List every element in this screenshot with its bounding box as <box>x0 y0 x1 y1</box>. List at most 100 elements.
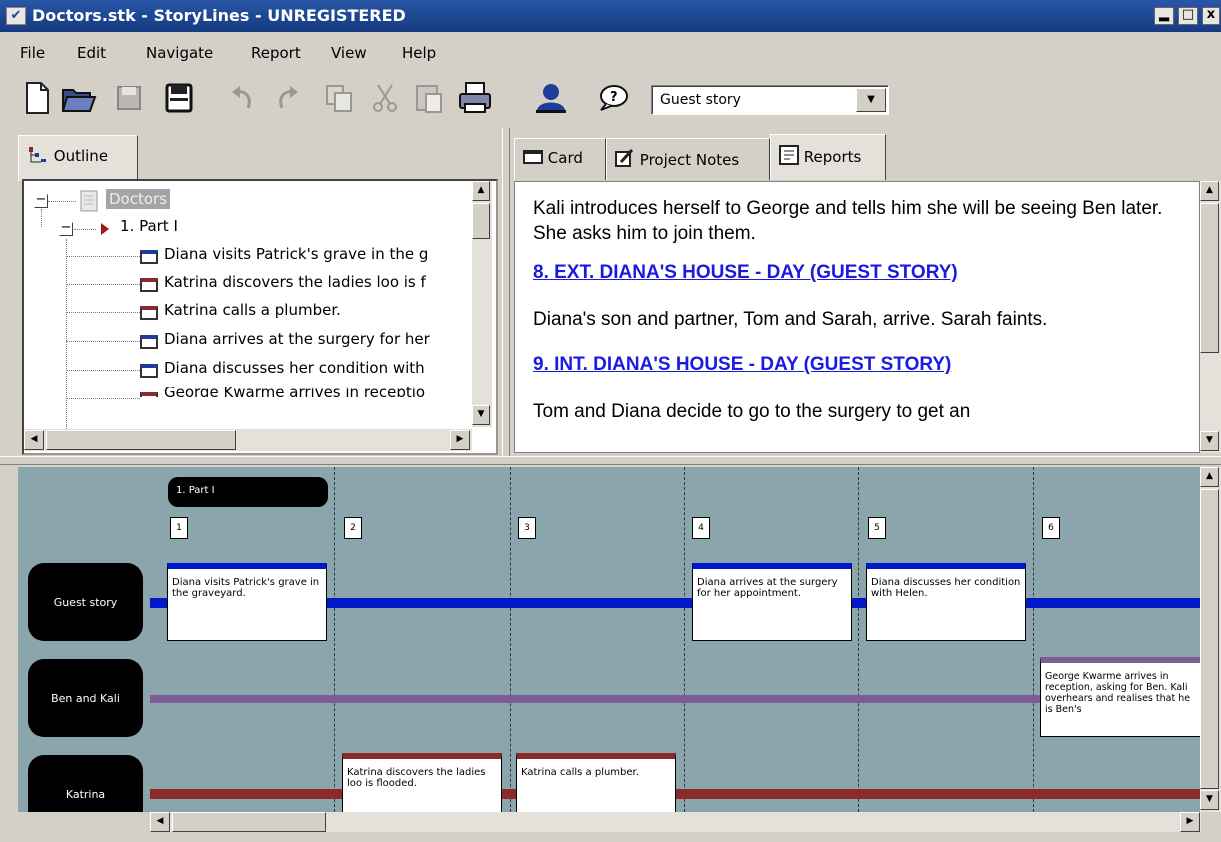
paste-icon[interactable] <box>410 80 448 116</box>
scroll-left-button[interactable]: ◀ <box>150 812 170 832</box>
card-icon <box>140 364 158 378</box>
menu-edit[interactable]: Edit <box>77 44 106 62</box>
report-paragraph: Diana's son and partner, Tom and Sarah, … <box>533 309 1048 330</box>
document-icon <box>80 190 98 212</box>
scene-number: 5 <box>868 517 886 539</box>
tab-project-notes-label: Project Notes <box>639 151 740 169</box>
scene-heading-link[interactable]: 9. INT. DIANA'S HOUSE - DAY (GUEST STORY… <box>533 352 1181 377</box>
scroll-down-button[interactable]: ▼ <box>1200 790 1219 810</box>
tab-card-label: Card <box>547 149 583 167</box>
undo-icon[interactable] <box>224 80 262 116</box>
tree-item-label: Diana arrives at the surgery for her <box>164 330 430 348</box>
outline-vscrollbar[interactable]: ▲ ▼ <box>472 181 492 427</box>
save-as-icon[interactable] <box>160 80 198 116</box>
menu-view[interactable]: View <box>331 44 367 62</box>
scroll-thumb[interactable] <box>1200 489 1219 789</box>
open-icon[interactable] <box>60 80 98 116</box>
title-bar: ✔ Doctors.stk - StoryLines - UNREGISTERE… <box>0 0 1221 32</box>
outline-icon <box>29 147 46 163</box>
cut-icon[interactable] <box>366 80 404 116</box>
track-label-guest-story[interactable]: Guest story <box>28 563 143 641</box>
tab-reports[interactable]: Reports <box>770 134 886 180</box>
scene-number: 6 <box>1042 517 1060 539</box>
tree-item[interactable]: Diana visits Patrick's grave in the g <box>24 245 496 271</box>
tree-item[interactable]: Katrina calls a plumber. <box>24 301 496 327</box>
scroll-thumb[interactable] <box>172 812 326 832</box>
system-menu-button[interactable]: ✔ <box>6 7 26 25</box>
scene-number: 3 <box>518 517 536 539</box>
corner-filler <box>0 812 150 842</box>
part-arrow-icon <box>101 223 109 235</box>
characters-icon[interactable] <box>532 80 570 116</box>
scene-card[interactable]: Diana discusses her condition with Helen… <box>866 563 1026 641</box>
scroll-down-button[interactable]: ▼ <box>1200 431 1219 451</box>
copy-icon[interactable] <box>320 80 358 116</box>
scene-number: 1 <box>170 517 188 539</box>
toolbar: ? Guest story ▼ <box>0 74 1221 124</box>
vertical-splitter[interactable] <box>502 128 510 458</box>
scroll-right-button[interactable]: ▶ <box>450 430 470 450</box>
storyline-hscrollbar[interactable]: ◀ ▶ <box>150 812 1201 832</box>
scene-card[interactable]: Katrina calls a plumber. <box>516 753 676 812</box>
tree-item[interactable]: Diana discusses her condition with <box>24 359 496 385</box>
tree-item-label: Katrina calls a plumber. <box>164 301 341 319</box>
tree-item[interactable]: George Kwarme arrives in receptio <box>24 387 496 397</box>
print-icon[interactable] <box>456 80 494 116</box>
scroll-up-button[interactable]: ▲ <box>1200 467 1219 487</box>
card-icon <box>523 150 543 164</box>
scene-card[interactable]: Diana arrives at the surgery for her app… <box>692 563 852 641</box>
scene-heading-link[interactable]: 8. EXT. DIANA'S HOUSE - DAY (GUEST STORY… <box>533 260 1181 285</box>
report-paragraph: Tom and Diana decide to go to the surger… <box>533 401 971 422</box>
menu-navigate[interactable]: Navigate <box>146 44 213 62</box>
track-label-ben-and-kali[interactable]: Ben and Kali <box>28 659 143 737</box>
tree-item[interactable]: Diana arrives at the surgery for her <box>24 330 496 356</box>
storyline-select[interactable]: Guest story ▼ <box>651 85 889 115</box>
menu-report[interactable]: Report <box>251 44 301 62</box>
scene-card[interactable]: Katrina discovers the ladies loo is floo… <box>342 753 502 812</box>
window-title: Doctors.stk - StoryLines - UNREGISTERED <box>32 6 406 25</box>
scroll-thumb[interactable] <box>1200 203 1219 353</box>
scroll-right-button[interactable]: ▶ <box>1180 812 1200 832</box>
svg-text:?: ? <box>610 90 618 105</box>
scroll-thumb[interactable] <box>472 203 490 239</box>
report-view: Kali introduces herself to George and te… <box>514 181 1200 453</box>
tab-project-notes[interactable]: Project Notes <box>606 138 770 180</box>
scene-card[interactable]: George Kwarme arrives in reception, aski… <box>1040 657 1200 737</box>
tree-item[interactable]: Katrina discovers the ladies loo is f <box>24 273 496 299</box>
storyline-timeline: 1. Part I 1 2 3 4 5 6 Guest story Ben an… <box>18 467 1200 812</box>
scene-card[interactable]: Diana visits Patrick's grave in the grav… <box>167 563 327 641</box>
storyline-vscrollbar[interactable]: ▲ ▼ <box>1200 467 1221 812</box>
close-button[interactable]: x <box>1202 7 1220 25</box>
redo-icon[interactable] <box>268 80 306 116</box>
menu-help[interactable]: Help <box>402 44 436 62</box>
new-icon[interactable] <box>18 80 56 116</box>
tree-item-label: Katrina discovers the ladies loo is f <box>164 273 426 291</box>
tab-outline-label: Outline <box>53 147 109 165</box>
storyline-select-value: Guest story <box>660 92 741 108</box>
help-icon[interactable]: ? <box>594 80 632 116</box>
tree-item-label: George Kwarme arrives in receptio <box>164 387 426 397</box>
menu-bar: File Edit Navigate Report View Help <box>0 34 1221 70</box>
scroll-up-button[interactable]: ▲ <box>472 181 490 201</box>
chevron-down-icon[interactable]: ▼ <box>856 88 886 112</box>
menu-file[interactable]: File <box>20 44 45 62</box>
scroll-down-button[interactable]: ▼ <box>472 405 490 425</box>
card-icon <box>140 250 158 264</box>
track-label-katrina[interactable]: Katrina <box>28 755 143 812</box>
collapse-icon[interactable]: − <box>34 193 48 208</box>
outline-hscrollbar[interactable]: ◀ ▶ <box>24 429 472 451</box>
horizontal-splitter[interactable] <box>0 456 1221 465</box>
collapse-icon[interactable]: − <box>59 221 73 236</box>
maximize-button[interactable]: □ <box>1178 7 1198 25</box>
notes-icon <box>615 148 634 167</box>
tab-outline[interactable]: Outline <box>18 135 138 181</box>
save-icon[interactable] <box>110 80 148 116</box>
tab-card[interactable]: Card <box>514 138 606 180</box>
tree-item-label: Diana visits Patrick's grave in the g <box>164 245 429 263</box>
scroll-left-button[interactable]: ◀ <box>24 430 44 450</box>
scroll-up-button[interactable]: ▲ <box>1200 181 1219 201</box>
scroll-thumb[interactable] <box>46 430 236 450</box>
part-label[interactable]: 1. Part I <box>168 477 328 507</box>
report-vscrollbar[interactable]: ▲ ▼ <box>1200 181 1221 453</box>
minimize-button[interactable]: ▂ <box>1154 7 1174 25</box>
